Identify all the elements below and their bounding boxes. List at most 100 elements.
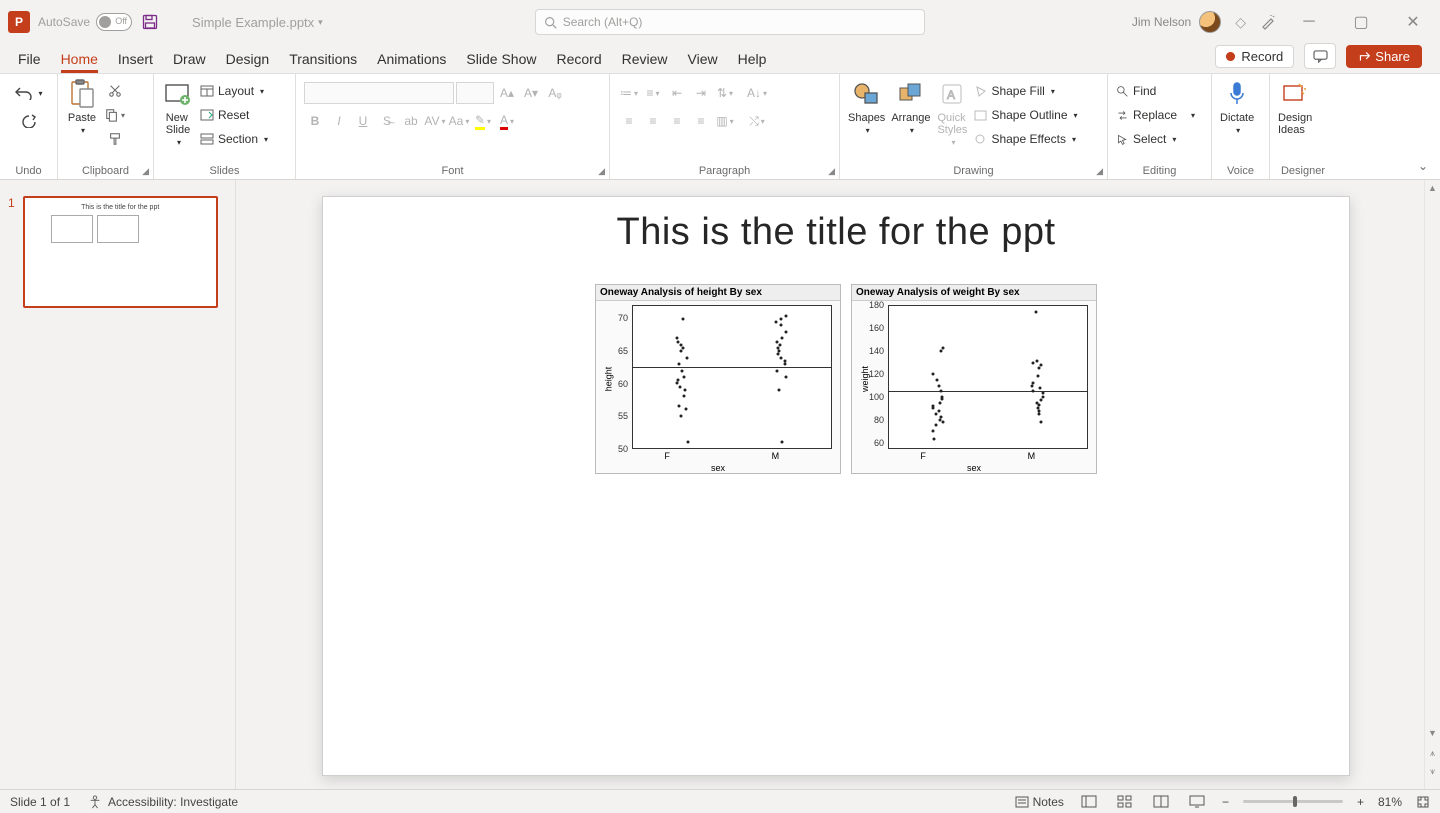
find-button[interactable]: Find [1116,80,1195,102]
cut-button[interactable] [104,80,126,102]
undo-button[interactable]: ▾ [14,82,42,104]
tab-home[interactable]: Home [61,51,98,73]
tab-file[interactable]: File [18,51,41,73]
zoom-level[interactable]: 81% [1378,795,1402,809]
columns-button[interactable]: ▥▾ [714,110,736,132]
tab-review[interactable]: Review [622,51,668,73]
next-slide-icon[interactable]: ⩛ [1425,763,1440,779]
slideshow-view-button[interactable] [1186,793,1208,811]
bullets-button[interactable]: ≔▾ [618,82,640,104]
tab-help[interactable]: Help [738,51,767,73]
font-size-combo[interactable] [456,82,494,104]
paste-button[interactable]: Paste▾ [66,78,98,135]
shadow-button[interactable]: ab [400,110,422,132]
numbering-button[interactable]: ≡▾ [642,82,664,104]
collapse-ribbon-button[interactable]: ⌄ [1418,159,1428,173]
replace-button[interactable]: Replace▾ [1116,104,1195,126]
align-left-button[interactable]: ≡ [618,110,640,132]
align-center-button[interactable]: ≡ [642,110,664,132]
fit-to-window-button[interactable] [1416,795,1430,809]
copy-button[interactable]: ▾ [104,104,126,126]
char-spacing-button[interactable]: AV▾ [424,110,446,132]
font-launcher-icon[interactable]: ◢ [598,166,605,177]
select-button[interactable]: Select▾ [1116,128,1195,150]
zoom-in-button[interactable]: + [1357,795,1364,809]
layout-button[interactable]: Layout▾ [200,80,268,102]
slide-title[interactable]: This is the title for the ppt [323,211,1349,254]
italic-button[interactable]: I [328,110,350,132]
document-name[interactable]: Simple Example.pptx [192,15,323,30]
slide-sorter-view-button[interactable] [1114,793,1136,811]
scroll-down-icon[interactable]: ▼ [1425,725,1440,741]
shape-fill-button[interactable]: Shape Fill▾ [974,80,1077,102]
section-button[interactable]: Section▾ [200,128,268,150]
format-painter-button[interactable] [104,128,126,150]
pen-sparkle-icon[interactable] [1260,14,1276,30]
font-color-button[interactable]: A▾ [496,110,518,132]
drawing-launcher-icon[interactable]: ◢ [1096,166,1103,177]
justify-button[interactable]: ≡ [690,110,712,132]
maximize-button[interactable]: ▢ [1342,8,1380,36]
clear-formatting-button[interactable]: Aᵩ [544,82,566,104]
zoom-slider[interactable] [1243,800,1343,803]
close-button[interactable]: ✕ [1394,8,1432,36]
chart-height-by-sex[interactable]: Oneway Analysis of height By sex 5055606… [595,284,841,474]
search-input[interactable]: Search (Alt+Q) [535,9,925,35]
redo-button[interactable] [21,110,37,132]
tab-transitions[interactable]: Transitions [289,51,357,73]
dictate-button[interactable]: Dictate▾ [1220,78,1254,135]
sort-button[interactable]: A↓▾ [746,82,768,104]
tab-record[interactable]: Record [556,51,601,73]
change-case-button[interactable]: Aa▾ [448,110,470,132]
highlight-button[interactable]: ✎▾ [472,110,494,132]
design-ideas-button[interactable]: Design Ideas [1278,78,1312,136]
notes-button[interactable]: Notes [1015,795,1064,809]
reset-button[interactable]: Reset [200,104,268,126]
arrange-button[interactable]: Arrange▾ [891,78,930,135]
shape-effects-button[interactable]: Shape Effects▾ [974,128,1077,150]
strikethrough-button[interactable]: S̶ [376,110,398,132]
record-button[interactable]: Record [1215,45,1294,68]
align-right-button[interactable]: ≡ [666,110,688,132]
minimize-button[interactable]: ─ [1290,8,1328,36]
quick-styles-button[interactable]: AQuick Styles▾ [936,78,968,147]
normal-view-button[interactable] [1078,793,1100,811]
paragraph-launcher-icon[interactable]: ◢ [828,166,835,177]
tab-view[interactable]: View [688,51,718,73]
line-spacing-button[interactable]: ⇅▾ [714,82,736,104]
user-account[interactable]: Jim Nelson [1132,11,1221,33]
shapes-button[interactable]: Shapes▾ [848,78,885,135]
diamond-icon[interactable]: ◇ [1235,14,1246,31]
toggle-switch-icon[interactable]: Off [96,13,132,31]
tab-design[interactable]: Design [226,51,270,73]
comments-button[interactable] [1304,43,1336,69]
font-name-combo[interactable] [304,82,454,104]
new-slide-button[interactable]: New Slide▾ [162,78,194,147]
tab-draw[interactable]: Draw [173,51,206,73]
decrease-font-button[interactable]: A▾ [520,82,542,104]
slide-thumbnail-1[interactable]: This is the title for the ppt [23,196,218,308]
reading-view-button[interactable] [1150,793,1172,811]
zoom-out-button[interactable]: − [1222,795,1229,809]
bold-button[interactable]: B [304,110,326,132]
increase-font-button[interactable]: A▴ [496,82,518,104]
tab-slide-show[interactable]: Slide Show [466,51,536,73]
scroll-up-icon[interactable]: ▲ [1425,180,1440,196]
tab-animations[interactable]: Animations [377,51,446,73]
text-direction-button[interactable]: ⤭▾ [746,110,768,132]
save-icon[interactable] [140,12,160,32]
tab-insert[interactable]: Insert [118,51,153,73]
underline-button[interactable]: U [352,110,374,132]
accessibility-status[interactable]: Accessibility: Investigate [88,795,238,809]
slide-canvas-area[interactable]: This is the title for the ppt Oneway Ana… [236,180,1440,789]
shape-outline-button[interactable]: Shape Outline▾ [974,104,1077,126]
indent-button[interactable]: ⇥ [690,82,712,104]
chart-weight-by-sex[interactable]: Oneway Analysis of weight By sex 6080100… [851,284,1097,474]
autosave-toggle[interactable]: AutoSave Off [38,13,132,31]
outdent-button[interactable]: ⇤ [666,82,688,104]
slide[interactable]: This is the title for the ppt Oneway Ana… [322,196,1350,776]
clipboard-launcher-icon[interactable]: ◢ [142,166,149,177]
prev-slide-icon[interactable]: ⩚ [1425,745,1440,761]
vertical-scrollbar[interactable]: ▲ ▼ ⩚ ⩛ [1424,180,1440,789]
share-button[interactable]: Share [1346,45,1422,68]
